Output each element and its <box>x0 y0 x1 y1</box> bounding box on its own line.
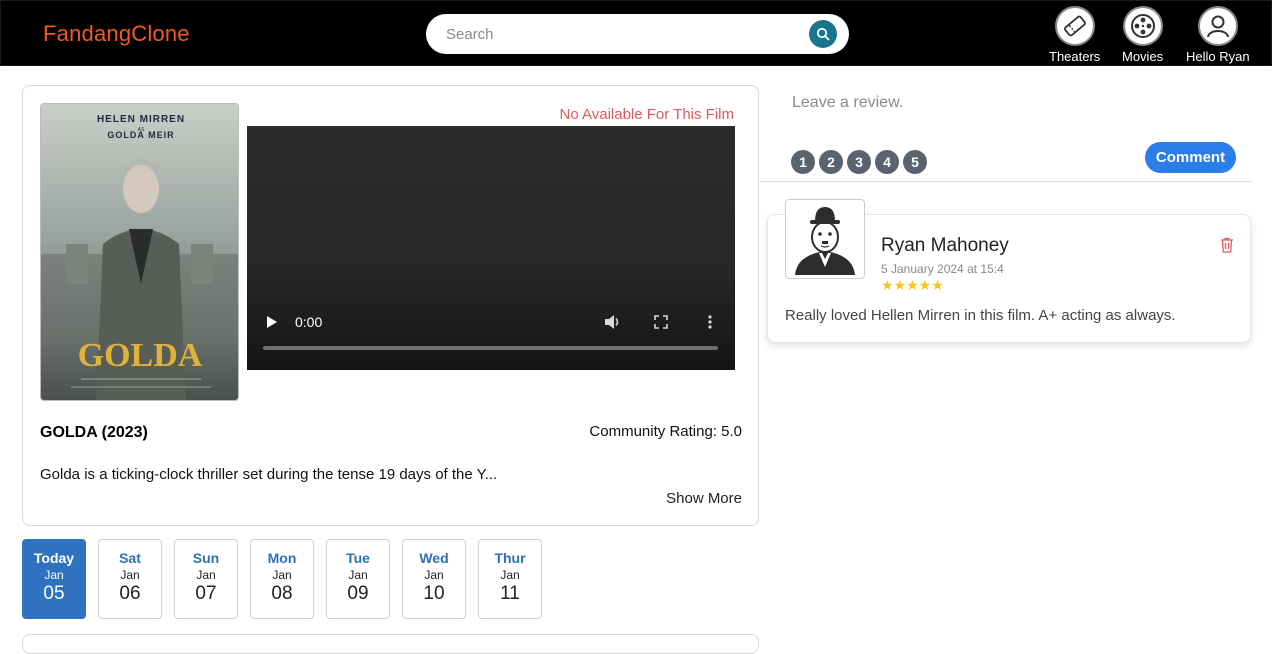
video-progress-bar[interactable] <box>263 346 718 350</box>
date-number: 10 <box>423 583 445 604</box>
show-more-link[interactable]: Show More <box>666 490 742 507</box>
date-tue[interactable]: Tue Jan 09 <box>326 539 390 619</box>
film-title: GOLDA (2023) <box>40 424 148 441</box>
nav-user[interactable]: Hello Ryan <box>1186 6 1250 64</box>
comment-button[interactable]: Comment <box>1145 142 1236 173</box>
reviewer-avatar <box>785 199 865 279</box>
poster-title: GOLDA <box>78 337 203 374</box>
date-mon[interactable]: Mon Jan 08 <box>250 539 314 619</box>
poster-actor: HELEN MIRREN <box>97 114 185 125</box>
date-number: 05 <box>43 583 65 604</box>
date-day: Today <box>33 550 75 566</box>
search-button[interactable] <box>809 20 837 48</box>
not-available-message: No Available For This Film <box>559 106 734 123</box>
rating-option-3[interactable]: 3 <box>847 150 871 174</box>
nav-theaters[interactable]: Theaters <box>1049 6 1100 64</box>
review-card: Ryan Mahoney 5 January 2024 at 15:4 ★★★★… <box>767 199 1251 343</box>
search-bar <box>426 14 849 54</box>
rating-option-1[interactable]: 1 <box>791 150 815 174</box>
rating-option-4[interactable]: 4 <box>875 150 899 174</box>
trailer-video-player[interactable]: 0:00 <box>247 126 735 370</box>
date-month: Jan <box>424 568 444 582</box>
search-input[interactable] <box>446 23 806 45</box>
showtimes-card <box>22 634 759 654</box>
video-time: 0:00 <box>295 314 323 330</box>
community-rating: Community Rating: 5.0 <box>589 423 742 440</box>
date-month: Jan <box>196 568 216 582</box>
volume-icon[interactable] <box>604 314 622 330</box>
date-today[interactable]: Today Jan 05 <box>22 539 86 619</box>
top-nav-bar: FandangClone Theaters Movies Hello Ryan <box>0 0 1272 66</box>
reviewer-name: Ryan Mahoney <box>881 235 1009 256</box>
date-day: Sun <box>192 550 220 566</box>
date-day: Sat <box>119 550 141 566</box>
date-month: Jan <box>272 568 292 582</box>
date-thur[interactable]: Thur Jan 11 <box>478 539 542 619</box>
delete-icon[interactable] <box>1220 237 1234 253</box>
nav-movies[interactable]: Movies <box>1122 6 1163 64</box>
rating-option-5[interactable]: 5 <box>903 150 927 174</box>
date-sun[interactable]: Sun Jan 07 <box>174 539 238 619</box>
date-month: Jan <box>500 568 520 582</box>
poster-role: GOLDA MEIR <box>107 130 174 140</box>
search-icon <box>816 27 830 41</box>
rating-option-2[interactable]: 2 <box>819 150 843 174</box>
date-month: Jan <box>44 568 64 582</box>
film-details-card: HELEN MIRREN AS GOLDA MEIR GOLDA No Avai… <box>22 85 759 526</box>
date-wed[interactable]: Wed Jan 10 <box>402 539 466 619</box>
date-number: 11 <box>500 583 520 604</box>
more-options-icon[interactable] <box>708 314 712 330</box>
fullscreen-icon[interactable] <box>654 315 668 329</box>
date-number: 06 <box>119 583 141 604</box>
film-poster: HELEN MIRREN AS GOLDA MEIR GOLDA <box>40 103 239 401</box>
date-day: Wed <box>419 550 449 566</box>
date-month: Jan <box>120 568 140 582</box>
film-description: Golda is a ticking-clock thriller set du… <box>40 466 498 483</box>
ticket-icon <box>1054 6 1095 46</box>
review-divider <box>760 181 1252 182</box>
date-number: 07 <box>195 583 217 604</box>
date-number: 08 <box>271 583 293 604</box>
film-reel-icon <box>1122 6 1163 46</box>
review-input[interactable]: Leave a review. <box>792 94 903 112</box>
date-day: Tue <box>346 550 370 566</box>
nav-movies-label: Movies <box>1122 49 1164 64</box>
date-sat[interactable]: Sat Jan 06 <box>98 539 162 619</box>
review-text: Really loved Hellen Mirren in this film.… <box>785 307 1176 324</box>
review-date: 5 January 2024 at 15:4 <box>881 262 1004 276</box>
date-month: Jan <box>348 568 368 582</box>
date-number: 09 <box>347 583 369 604</box>
nav-user-label: Hello Ryan <box>1186 49 1250 64</box>
user-icon <box>1197 6 1238 46</box>
play-icon[interactable] <box>265 314 279 330</box>
nav-theaters-label: Theaters <box>1049 49 1101 64</box>
date-day: Mon <box>267 550 297 566</box>
date-day: Thur <box>494 550 526 566</box>
review-stars: ★★★★★ <box>881 278 944 294</box>
brand-logo[interactable]: FandangClone <box>43 21 190 47</box>
